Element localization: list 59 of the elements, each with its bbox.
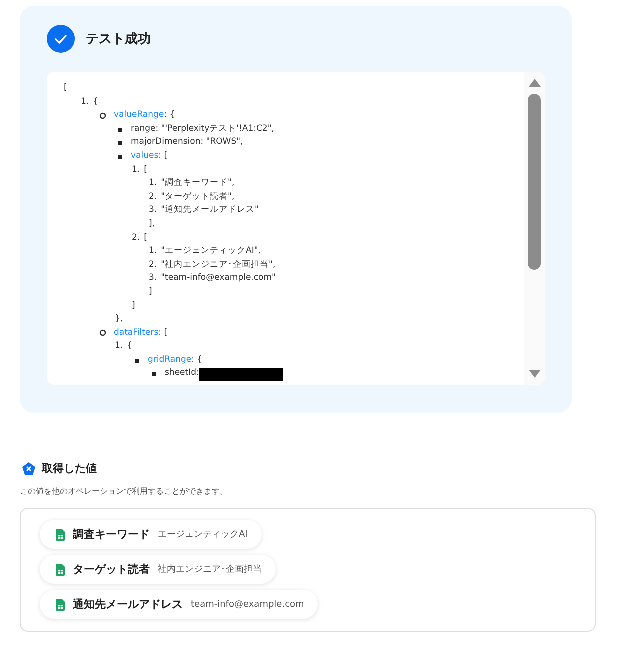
value-chip[interactable]: 調査キーワード エージェンティックAI: [40, 520, 262, 549]
json-text: "ターゲット読者",: [161, 190, 235, 204]
list-number: 1.: [115, 340, 124, 354]
json-text: "社内エンジニア･企画担当",: [161, 258, 276, 272]
json-text: [: [64, 82, 68, 95]
json-text: ]: [132, 300, 136, 312]
spreadsheet-icon: [56, 564, 65, 576]
check-icon: [47, 25, 75, 53]
json-text: ]: [149, 286, 152, 299]
value-chip[interactable]: ターゲット読者 社内エンジニア･企画担当: [40, 555, 276, 584]
list-number: 3.: [149, 272, 158, 286]
json-text: [: [144, 164, 148, 177]
scroll-thumb[interactable]: [528, 94, 541, 270]
spreadsheet-icon: [56, 528, 65, 540]
scroll-up-icon[interactable]: [528, 78, 542, 88]
result-title: テスト成功: [86, 31, 151, 48]
json-text: sheetId:: [165, 367, 200, 380]
circle-bullet-icon: [98, 328, 108, 338]
circle-bullet-icon: [98, 110, 108, 121]
json-text: : {: [192, 354, 203, 367]
json-text: {: [93, 96, 99, 109]
json-key: values: [131, 150, 159, 164]
scrollbar[interactable]: [524, 72, 545, 385]
value-label: ターゲット読者: [73, 562, 150, 577]
json-text: range: "'Perplexityテスト'!A1:C2",: [131, 122, 274, 136]
json-text: "team-info@example.com": [161, 272, 276, 286]
section-title: 取得した値: [42, 461, 97, 476]
list-number: 1.: [149, 177, 158, 190]
json-text: [: [144, 232, 148, 245]
spreadsheet-icon: [56, 598, 65, 610]
list-number: 1.: [81, 96, 90, 109]
variable-icon: [22, 462, 36, 476]
value-label: 通知先メールアドレス: [73, 597, 183, 612]
json-text: {: [127, 340, 133, 354]
value-text: team-info@example.com: [191, 600, 304, 610]
list-number: 1.: [132, 164, 140, 177]
list-number: 3.: [149, 204, 158, 218]
json-text: ],: [149, 218, 156, 231]
json-text: majorDimension: "ROWS",: [131, 136, 244, 150]
list-number: 2.: [149, 190, 158, 204]
json-text: "通知先メールアドレス": [161, 204, 259, 218]
json-text: : {: [164, 109, 176, 122]
section-description: この値を他のオペレーションで利用することができます。: [20, 486, 229, 497]
json-text: : [: [158, 326, 168, 340]
value-text: エージェンティックAI: [158, 529, 248, 541]
json-text: "エージェンティックAI",: [161, 245, 261, 258]
json-key: gridRange: [148, 354, 192, 368]
json-text: : [: [158, 150, 168, 163]
scroll-down-icon[interactable]: [528, 369, 542, 379]
json-text: },: [115, 313, 124, 326]
json-key: valueRange: [114, 109, 164, 123]
value-chip[interactable]: 通知先メールアドレス team-info@example.com: [40, 590, 318, 619]
list-number: 1.: [149, 245, 158, 258]
list-number: 2.: [149, 258, 158, 272]
value-label: 調査キーワード: [73, 527, 150, 542]
json-text: "調査キーワード",: [161, 177, 235, 190]
list-number: 2.: [132, 232, 140, 245]
json-key: dataFilters: [114, 326, 159, 340]
value-text: 社内エンジニア･企画担当: [158, 564, 262, 576]
